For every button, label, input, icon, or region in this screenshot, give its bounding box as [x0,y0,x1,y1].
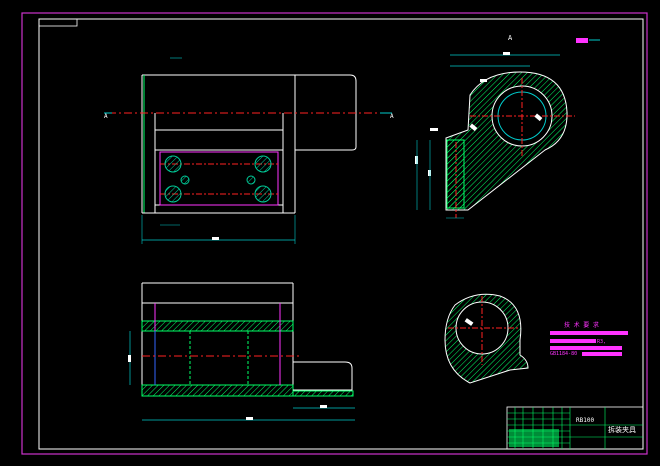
section-view[interactable] [444,293,529,384]
front-view[interactable]: A A [104,57,394,244]
outer-frame [21,12,648,455]
side-view[interactable]: A [415,34,600,219]
top-view[interactable] [128,282,355,421]
cad-drawing-canvas[interactable]: A A A 技 术 要 求 R3, GB1184-80 RB100 拆装夹具 [0,0,660,462]
title-block[interactable]: RB100 拆装夹具 [506,406,644,450]
drawing-svg[interactable]: A A A 技 术 要 求 R3, GB1184-80 RB100 拆装夹具 [0,0,660,462]
part-name: 拆装夹具 [608,425,636,434]
corner-tag [38,18,78,27]
section-mark-left: A [104,113,108,120]
section-mark-right: A [390,113,394,120]
tech-line4-prefix: GB1184-80 [550,351,577,357]
part-code: RB100 [576,417,594,424]
tech-line2-fragment: R3, [597,339,606,345]
view-letter: A [508,34,513,42]
tech-heading: 技 术 要 求 [564,321,599,329]
tech-requirements[interactable]: 技 术 要 求 R3, GB1184-80 [550,321,628,357]
